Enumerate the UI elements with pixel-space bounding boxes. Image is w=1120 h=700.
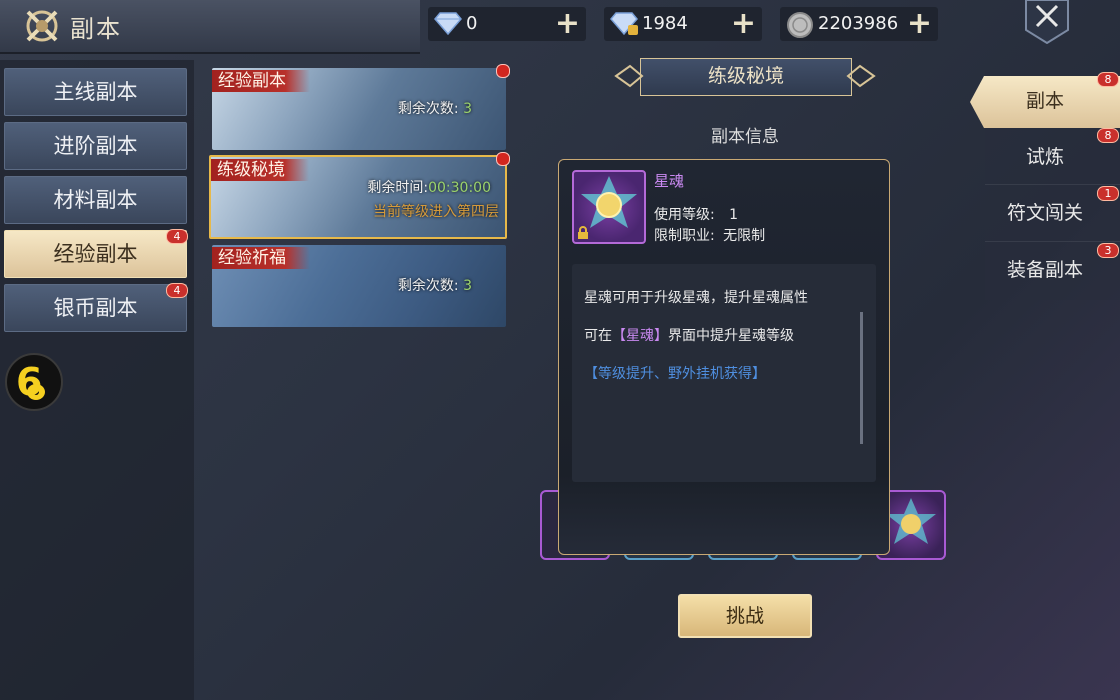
time-label: 剩余时间: [367, 180, 429, 196]
tab-badge-dungeon: 8 [1097, 72, 1119, 87]
tab-divider [985, 241, 1120, 242]
dungeon-remaining: 剩余次数: 3 [398, 275, 472, 295]
tab-badge-trial: 8 [1097, 128, 1119, 143]
tab-badge-equipment: 3 [1097, 243, 1119, 258]
desc-suffix: 界面中提升星魂等级 [668, 328, 794, 344]
add-diamond-button[interactable]: + [555, 7, 580, 41]
page-title: 副本 [70, 15, 122, 43]
item-icon-frame [572, 170, 646, 244]
left-ornament-icon [614, 64, 644, 88]
use-level-label: 使用等级: [654, 207, 715, 223]
bound-diamond-icon [610, 12, 638, 36]
dungeon-remaining: 剩余次数: 3 [398, 98, 472, 118]
dungeon-detail-title: 练级秘境 [640, 58, 852, 96]
dungeon-info-heading: 副本信息 [711, 127, 779, 147]
dungeon-title: 练级秘境 [211, 159, 309, 181]
nav-item-advanced-dungeon[interactable]: 进阶副本 [4, 122, 187, 170]
scrollbar[interactable] [860, 312, 863, 444]
item-name: 星魂 [654, 172, 685, 190]
currency-diamond: 0 + [428, 7, 586, 41]
dungeon-crest-icon [22, 6, 62, 46]
item-desc-line: 可在【星魂】界面中提升星魂等级 [584, 325, 794, 345]
dungeon-title: 经验祈福 [212, 247, 310, 269]
remaining-value: 3 [463, 101, 472, 117]
silver-amount: 2203986 [818, 13, 899, 34]
floating-avatar[interactable]: 6 [4, 352, 64, 412]
tab-divider [985, 184, 1120, 185]
nav-badge-exp: 4 [166, 229, 188, 244]
class-limit-value: 无限制 [723, 228, 766, 244]
dungeon-time: 剩余时间:00:30:00 [367, 177, 491, 197]
star-soul-link[interactable]: 【星魂】 [612, 328, 668, 344]
class-limit-label: 限制职业: [654, 228, 715, 244]
item-use-level: 使用等级: 1 [654, 204, 738, 224]
challenge-button[interactable]: 挑战 [678, 594, 812, 638]
nav-item-main-dungeon[interactable]: 主线副本 [4, 68, 187, 116]
item-desc-line: 星魂可用于升级星魂，提升星魂属性 [584, 290, 808, 306]
currency-silver: 2203986 + [780, 7, 938, 41]
close-icon [1025, 0, 1069, 45]
close-button[interactable] [1024, 0, 1070, 45]
diamond-icon [434, 12, 462, 35]
right-ornament-icon [846, 64, 876, 88]
dungeon-card-blessing[interactable]: 经验祈福 剩余次数: 3 [212, 245, 506, 327]
nav-badge-silver: 4 [166, 283, 188, 298]
silver-coin-icon [787, 12, 813, 38]
dungeon-card-training[interactable]: 练级秘境 剩余时间:00:30:00 当前等级进入第四层 [209, 155, 507, 239]
desc-prefix: 可在 [584, 328, 612, 344]
red-dot-notice [496, 152, 510, 166]
item-class-limit: 限制职业: 无限制 [654, 225, 765, 245]
item-source-hint: 【等级提升、野外挂机获得】 [584, 366, 766, 382]
top-header [0, 0, 420, 54]
bound-diamond-amount: 1984 [642, 13, 688, 34]
time-value: 00:30:00 [428, 180, 491, 196]
avatar-number: 6 [16, 360, 43, 404]
nav-item-material-dungeon[interactable]: 材料副本 [4, 176, 187, 224]
nav-item-exp-dungeon[interactable]: 经验副本 [4, 230, 187, 278]
remaining-value: 3 [463, 278, 472, 294]
add-silver-button[interactable]: + [907, 7, 932, 41]
red-dot-notice [496, 64, 510, 78]
remaining-label: 剩余次数: [397, 278, 459, 294]
nav-item-silver-dungeon[interactable]: 银币副本 [4, 284, 187, 332]
currency-bound-diamond: 1984 + [604, 7, 762, 41]
remaining-label: 剩余次数: [397, 101, 459, 117]
dungeon-card-exp[interactable]: 经验副本 剩余次数: 3 [212, 68, 506, 150]
dungeon-note: 当前等级进入第四层 [373, 204, 499, 220]
lock-icon [578, 226, 588, 239]
tab-badge-rune: 1 [1097, 186, 1119, 201]
dungeon-title: 经验副本 [212, 70, 310, 92]
diamond-amount: 0 [466, 13, 478, 34]
add-bound-diamond-button[interactable]: + [731, 7, 756, 41]
use-level-value: 1 [729, 207, 739, 223]
